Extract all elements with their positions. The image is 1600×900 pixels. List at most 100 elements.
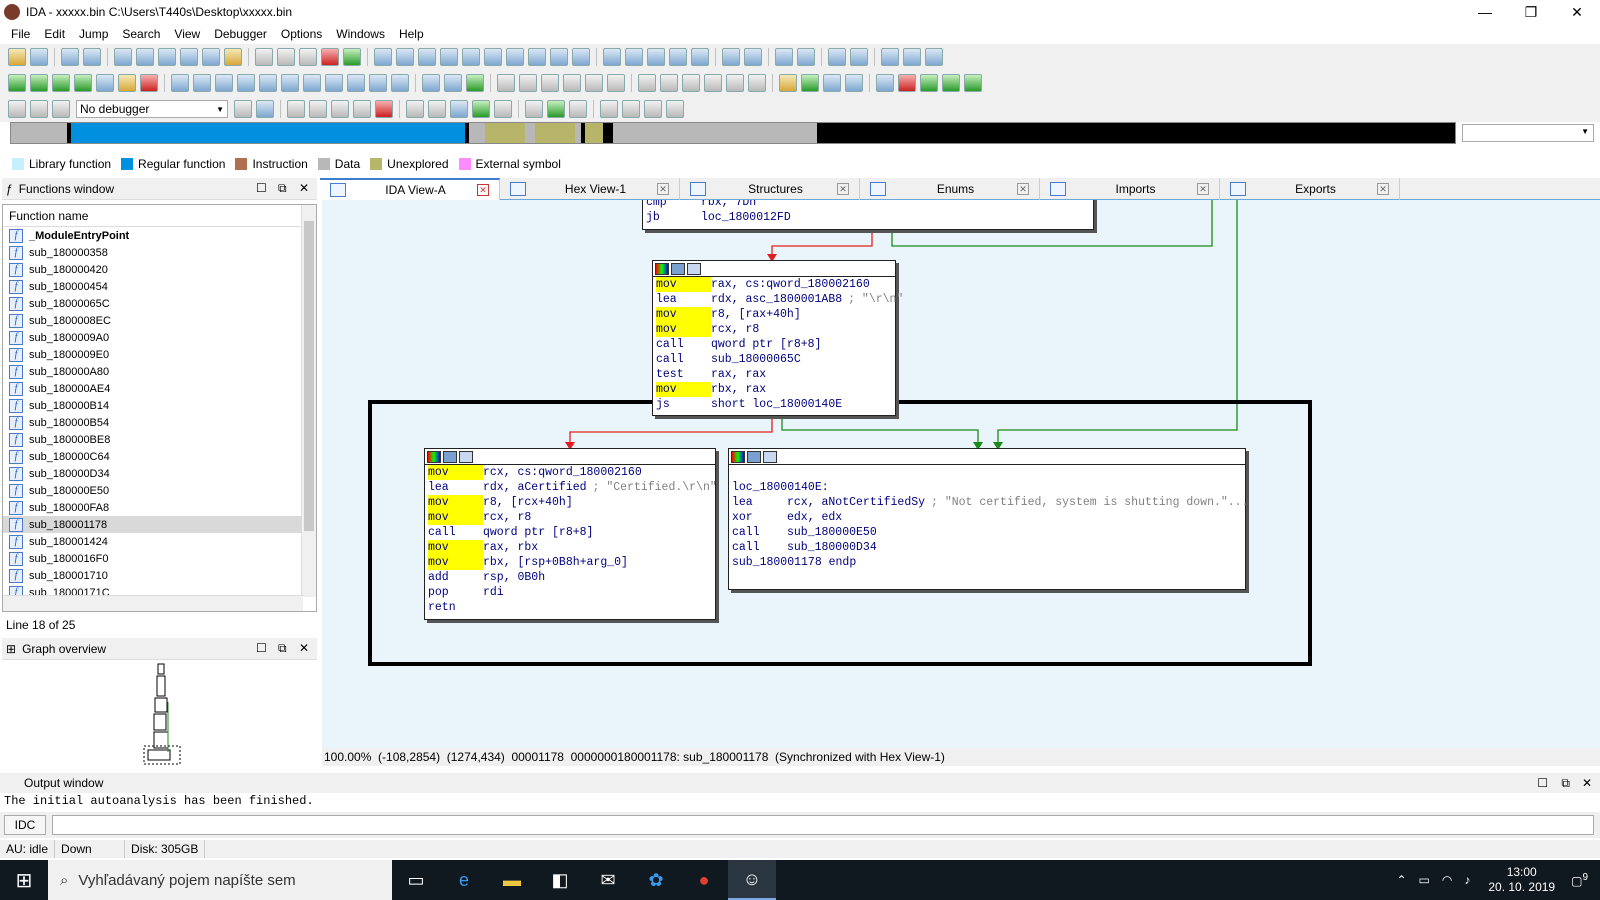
panel-float-icon[interactable]: ⧉	[1561, 773, 1570, 793]
search-struct-icon[interactable]	[391, 74, 409, 92]
trace-icon[interactable]	[406, 100, 424, 118]
panel-restore-icon[interactable]: ☐	[1537, 773, 1548, 793]
modules-icon[interactable]	[450, 100, 468, 118]
function-list-item[interactable]: f sub_1800008EC	[3, 312, 303, 329]
wifi-icon[interactable]: ◠	[1442, 873, 1452, 887]
function-list-item[interactable]: f sub_180000454	[3, 278, 303, 295]
decimal-icon[interactable]	[519, 74, 537, 92]
asm-line[interactable]: call sub_180000D34	[729, 540, 1245, 555]
functions-vertical-scrollbar[interactable]	[301, 205, 316, 597]
tab-close-icon[interactable]: ✕	[1017, 183, 1029, 195]
tab-close-icon[interactable]: ✕	[1197, 183, 1209, 195]
panel-restore-icon[interactable]: ☐	[256, 641, 267, 655]
jump-down-icon[interactable]	[202, 48, 220, 66]
tab-close-icon[interactable]: ✕	[657, 183, 669, 195]
menu-debugger[interactable]: Debugger	[207, 27, 274, 41]
sort-asc-icon[interactable]	[748, 74, 766, 92]
struct-offset-icon[interactable]	[237, 74, 255, 92]
function-list-item[interactable]: f sub_180000BE8	[3, 431, 303, 448]
names-icon[interactable]	[625, 48, 643, 66]
struct-member-icon[interactable]	[660, 74, 678, 92]
loc-label[interactable]: loc_18000140E:	[729, 480, 1245, 495]
ida-graph-view[interactable]: cmp rbx, 7Dh jb loc_1800012FD mov rax, cs:q…	[322, 200, 1600, 748]
asm-line[interactable]: mov rbx, rax	[653, 382, 895, 397]
tab-exports[interactable]: Exports ✕	[1220, 178, 1400, 200]
array-icon[interactable]	[259, 74, 277, 92]
hierarchy-icon[interactable]	[876, 74, 894, 92]
block-group-icon[interactable]	[687, 262, 701, 275]
volume-icon[interactable]: ♪	[1464, 873, 1470, 887]
play-icon[interactable]	[8, 100, 26, 118]
edge-browser-icon[interactable]: e	[440, 860, 488, 900]
minimize-button[interactable]: —	[1462, 0, 1508, 24]
block-rename-icon[interactable]	[671, 262, 685, 275]
search-next-icon[interactable]	[158, 48, 176, 66]
menu-view[interactable]: View	[167, 27, 207, 41]
view-hex-icon[interactable]	[396, 48, 414, 66]
view-structures-icon[interactable]	[418, 48, 436, 66]
function-list-item[interactable]: f sub_180000B54	[3, 414, 303, 431]
tab-close-icon[interactable]: ✕	[1377, 183, 1389, 195]
output-log[interactable]: The initial autoanalysis has been finish…	[0, 793, 1600, 811]
function-list-item[interactable]: f sub_180000420	[3, 261, 303, 278]
memory-icon[interactable]	[600, 100, 618, 118]
signatures-icon[interactable]	[691, 48, 709, 66]
function-list-item[interactable]: f sub_18000065C	[3, 295, 303, 312]
menu-help[interactable]: Help	[392, 27, 431, 41]
view-enums-icon[interactable]	[440, 48, 458, 66]
view-graph-icon[interactable]	[462, 48, 480, 66]
bookmark-icon[interactable]	[96, 74, 114, 92]
asm-line[interactable]: mov rcx, r8	[653, 322, 895, 337]
search-binary-icon[interactable]	[114, 48, 132, 66]
step-out-icon[interactable]	[353, 100, 371, 118]
asm-line[interactable]: call sub_180000E50	[729, 525, 1245, 540]
graph-icon[interactable]	[347, 74, 365, 92]
asm-line[interactable]: xor edx, edx	[729, 510, 1245, 525]
close-button[interactable]: ✕	[1554, 0, 1600, 24]
panel-close-icon[interactable]: ✕	[1582, 773, 1592, 793]
open-file-icon[interactable]	[8, 48, 26, 66]
layout-icon[interactable]	[828, 48, 846, 66]
function-edit-icon[interactable]	[466, 74, 484, 92]
unhide-icon[interactable]	[845, 74, 863, 92]
debugger-select[interactable]: No debugger	[76, 100, 228, 118]
repeat-comment-icon[interactable]	[801, 74, 819, 92]
block-rename-icon[interactable]	[443, 450, 457, 463]
code-block-right[interactable]: loc_18000140E: lea rcx, aNotCertifiedSy ; …	[728, 448, 1248, 590]
attach-icon[interactable]	[234, 100, 252, 118]
sort-desc-icon[interactable]	[726, 74, 744, 92]
asm-line[interactable]: lea rdx, asc_1800001AB8 ; "\r\n"	[653, 292, 903, 307]
expand-icon[interactable]	[277, 48, 295, 66]
colors-icon[interactable]	[550, 48, 568, 66]
block-color-icon[interactable]	[731, 450, 745, 463]
tab-imports[interactable]: Imports ✕	[1040, 178, 1220, 200]
chart-icon[interactable]	[325, 74, 343, 92]
code-block-left[interactable]: mov rcx, cs:qword_180002160 lea rdx, aCerti…	[424, 448, 717, 620]
delete-icon[interactable]	[299, 48, 317, 66]
clock[interactable]: 13:00 20. 10. 2019	[1488, 865, 1555, 895]
stack-trace-icon[interactable]	[494, 100, 512, 118]
breakpoint-icon[interactable]	[375, 100, 393, 118]
view-disasm-icon[interactable]	[374, 48, 392, 66]
add-member-icon[interactable]	[74, 74, 92, 92]
layout-save-icon[interactable]	[850, 48, 868, 66]
asm-line[interactable]: mov r8, [rax+40h]	[653, 307, 895, 322]
run-analysis-icon[interactable]	[343, 48, 361, 66]
asm-line[interactable]: mov r8, [rcx+40h]	[425, 495, 715, 510]
chrome-icon[interactable]: ●	[680, 860, 728, 900]
run-to-cursor-icon[interactable]	[331, 100, 349, 118]
back-arrow-icon[interactable]	[61, 48, 79, 66]
block-color-icon[interactable]	[655, 262, 669, 275]
function-end-label[interactable]: sub_180001178 endp	[729, 555, 1245, 570]
command-input[interactable]	[52, 815, 1594, 835]
menu-jump[interactable]: Jump	[72, 27, 115, 41]
save-icon[interactable]	[30, 48, 48, 66]
local-vars-icon[interactable]	[547, 100, 565, 118]
hide-icon[interactable]	[823, 74, 841, 92]
print-icon[interactable]	[528, 48, 546, 66]
tab-hex-view[interactable]: Hex View-1 ✕	[500, 178, 680, 200]
edit-function-icon[interactable]	[722, 48, 740, 66]
enum-member-icon[interactable]	[638, 74, 656, 92]
xref-graph-icon[interactable]	[920, 74, 938, 92]
window-1-icon[interactable]	[881, 48, 899, 66]
